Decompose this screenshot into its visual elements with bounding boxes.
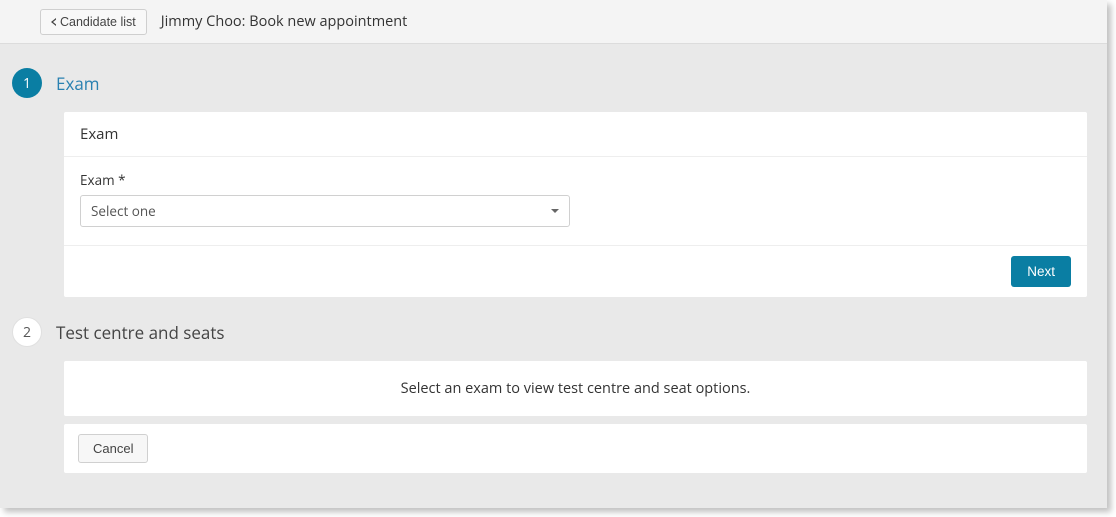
step2-container: 2 Test centre and seats Select an exam t… bbox=[10, 317, 1097, 473]
next-button[interactable]: Next bbox=[1011, 256, 1071, 287]
step2-message: Select an exam to view test centre and s… bbox=[64, 361, 1087, 416]
step1-panel-footer: Next bbox=[64, 245, 1087, 297]
step1-number-badge: 1 bbox=[12, 68, 42, 98]
step1-header: 1 Exam bbox=[10, 68, 1097, 98]
step1-panel: Exam Exam * Select one Next bbox=[64, 112, 1087, 297]
chevron-left-icon bbox=[51, 18, 56, 26]
back-button-label: Candidate list bbox=[60, 15, 136, 29]
cancel-button[interactable]: Cancel bbox=[78, 434, 148, 463]
step2-message-panel: Select an exam to view test centre and s… bbox=[64, 361, 1087, 416]
top-bar: Candidate list Jimmy Choo: Book new appo… bbox=[0, 0, 1107, 44]
step2-number-badge: 2 bbox=[12, 317, 42, 347]
page-title: Jimmy Choo: Book new appointment bbox=[161, 12, 408, 31]
step1-panel-body: Exam * Select one bbox=[64, 157, 1087, 245]
candidate-list-back-button[interactable]: Candidate list bbox=[40, 9, 147, 35]
cancel-panel: Cancel bbox=[64, 424, 1087, 473]
exam-select-value: Select one bbox=[91, 202, 156, 220]
exam-field-label: Exam * bbox=[80, 171, 1071, 189]
step1-title: Exam bbox=[56, 72, 100, 95]
page-container: Candidate list Jimmy Choo: Book new appo… bbox=[0, 0, 1107, 508]
step2-header: 2 Test centre and seats bbox=[10, 317, 1097, 347]
content-area: 1 Exam Exam Exam * Select one Next 2 bbox=[0, 44, 1107, 483]
chevron-down-icon bbox=[551, 209, 559, 213]
step2-title: Test centre and seats bbox=[56, 321, 225, 344]
step1-panel-header: Exam bbox=[64, 112, 1087, 157]
exam-select-wrap: Select one bbox=[80, 195, 570, 227]
exam-select[interactable]: Select one bbox=[80, 195, 570, 227]
